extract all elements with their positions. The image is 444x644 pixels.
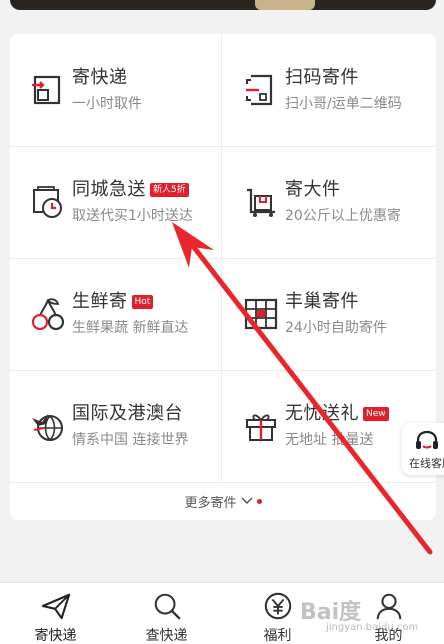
magnifier-icon <box>154 593 180 620</box>
service-title: 寄快递 <box>72 67 128 88</box>
bottom-nav: 寄快递 查快递 福利 我的 <box>0 582 444 644</box>
yuan-coin-icon <box>264 592 291 620</box>
service-send-express[interactable]: 寄快递 一小时取件 <box>10 34 223 146</box>
service-scan-send[interactable]: 扫码寄件 扫小哥/运单二维码 <box>223 34 436 146</box>
nav-label: 寄快递 <box>34 628 77 644</box>
chevron-down-icon <box>240 497 253 505</box>
nav-send-express[interactable]: 寄快递 <box>0 583 111 644</box>
service-title: 扫码寄件 <box>285 67 359 88</box>
promo-badge: 新人5折 <box>150 183 189 197</box>
more-services-button[interactable]: 更多寄件 <box>10 482 436 520</box>
service-title: 无忧送礼 <box>285 403 359 424</box>
globe-plane-icon <box>30 408 66 444</box>
banner-highlight <box>255 0 315 10</box>
nav-track-express[interactable]: 查快递 <box>111 583 222 644</box>
online-service-button[interactable]: 在线客服 <box>402 423 444 475</box>
service-subtitle: 情系中国 连接世界 <box>72 432 189 448</box>
service-title: 丰巢寄件 <box>285 291 359 312</box>
gift-icon <box>243 408 279 444</box>
service-subtitle: 生鲜果蔬 新鲜直达 <box>72 320 189 336</box>
scan-qr-icon <box>243 72 279 108</box>
express-box-icon <box>30 72 66 108</box>
city-clock-icon <box>30 184 66 220</box>
services-grid: 寄快递 一小时取件 扫码寄件 扫小哥/运单二维码 同城急送 新人5折 取送代买1小… <box>10 34 436 483</box>
service-title: 国际及港澳台 <box>72 403 183 424</box>
more-services-label: 更多寄件 <box>184 495 237 511</box>
cherry-icon <box>30 296 66 332</box>
service-subtitle: 扫小哥/运单二维码 <box>285 96 402 112</box>
services-card: 寄快递 一小时取件 扫码寄件 扫小哥/运单二维码 同城急送 新人5折 取送代买1小… <box>10 34 436 520</box>
service-title: 同城急送 <box>72 179 146 200</box>
service-fresh-delivery[interactable]: 生鲜寄 Hot 生鲜果蔬 新鲜直达 <box>10 258 223 370</box>
nav-label: 查快递 <box>145 628 188 644</box>
nav-label: 我的 <box>374 628 403 644</box>
top-banner[interactable] <box>10 0 436 10</box>
hot-badge: Hot <box>131 295 154 309</box>
service-same-city-express[interactable]: 同城急送 新人5折 取送代买1小时送达 <box>10 146 223 258</box>
locker-icon <box>243 296 279 332</box>
service-title: 生鲜寄 <box>72 291 128 312</box>
paper-plane-icon <box>41 593 70 620</box>
service-title: 寄大件 <box>285 179 341 200</box>
new-badge: New <box>363 407 389 421</box>
online-service-label: 在线客服 <box>409 457 444 470</box>
headset-icon <box>416 430 438 449</box>
service-hive-locker[interactable]: 丰巢寄件 24小时自助寄件 <box>223 258 436 370</box>
service-subtitle: 一小时取件 <box>72 96 142 112</box>
cart-box-icon <box>243 184 279 220</box>
service-subtitle: 取送代买1小时送达 <box>72 208 193 224</box>
nav-label: 福利 <box>263 628 292 644</box>
nav-mine[interactable]: 我的 <box>333 583 444 644</box>
service-subtitle: 24小时自助寄件 <box>285 320 387 336</box>
service-large-item[interactable]: 寄大件 20公斤以上优惠寄 <box>223 146 436 258</box>
person-icon <box>376 593 401 620</box>
service-international[interactable]: 国际及港澳台 情系中国 连接世界 <box>10 370 223 482</box>
notification-dot <box>256 498 262 504</box>
service-subtitle: 无地址 批量送 <box>285 432 374 448</box>
service-subtitle: 20公斤以上优惠寄 <box>285 208 401 224</box>
nav-benefits[interactable]: 福利 <box>222 583 333 644</box>
